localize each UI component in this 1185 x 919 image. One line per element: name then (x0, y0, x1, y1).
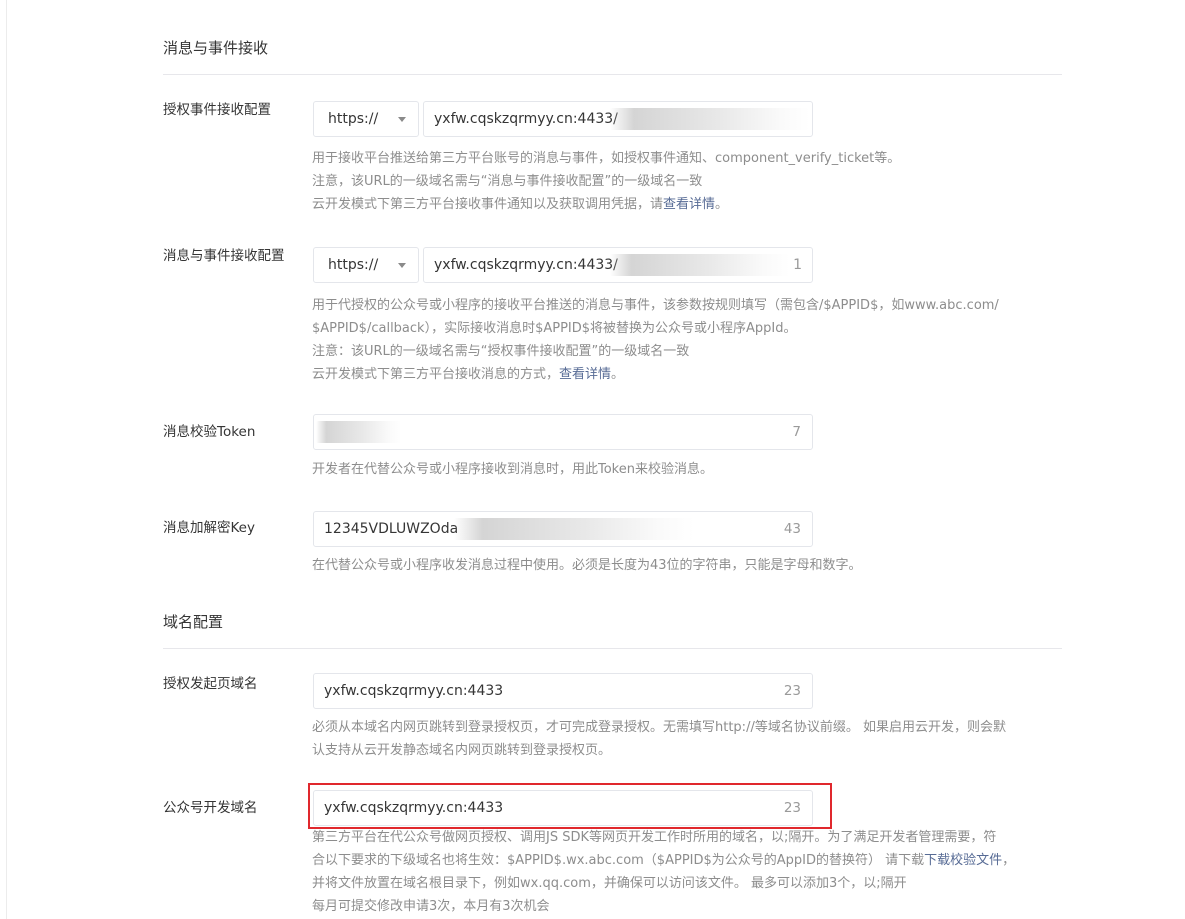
msg-event-detail-link[interactable]: 查看详情 (559, 367, 611, 382)
help-line: 开发者在代替公众号或小程序接收到消息时，用此Token来校验消息。 (312, 462, 713, 477)
redaction-blur (610, 254, 790, 276)
mp-domain-label: 公众号开发域名 (163, 800, 258, 816)
msg-event-url-value: yxfw.cqskzqrmyy.cn:4433/ (434, 257, 618, 273)
help-line: 必须从本域名内网页跳转到登录授权页，才可完成登录授权。无需填写http://等域… (312, 720, 1006, 735)
help-line: 用于代授权的公众号或小程序的接收平台推送的消息与事件，该参数按规则填写（需包含/… (312, 298, 999, 313)
auth-event-url-input[interactable]: yxfw.cqskzqrmyy.cn:4433/ (423, 101, 813, 137)
auth-event-label: 授权事件接收配置 (163, 102, 271, 118)
chevron-down-icon (398, 117, 406, 122)
auth-domain-input[interactable]: yxfw.cqskzqrmyy.cn:4433 23 (313, 673, 813, 709)
section-divider (163, 648, 1062, 649)
help-line: $APPID$/callback），实际接收消息时$APPID$将被替换为公众号… (312, 321, 797, 336)
help-line: 注意：该URL的一级域名需与“授权事件接收配置”的一级域名一致 (312, 344, 690, 359)
auth-event-help: 用于接收平台推送给第三方平台账号的消息与事件，如授权事件通知、component… (312, 147, 1062, 216)
help-line: 注意，该URL的一级域名需与“消息与事件接收配置”的一级域名一致 (312, 174, 703, 189)
auth-event-url-value: yxfw.cqskzqrmyy.cn:4433/ (434, 111, 618, 127)
page-left-border (6, 0, 7, 919)
auth-domain-char-count: 23 (783, 683, 801, 699)
aes-key-help: 在代替公众号或小程序收发消息过程中使用。必须是长度为43位的字符串，只能是字母和… (312, 554, 1062, 577)
msg-event-help: 用于代授权的公众号或小程序的接收平台推送的消息与事件，该参数按规则填写（需包含/… (312, 294, 1062, 386)
mp-domain-help: 第三方平台在代公众号做网页授权、调用JS SDK等网页开发工作时所用的域名，以;… (312, 826, 1062, 918)
redaction-blur (316, 421, 401, 443)
help-line: 合以下要求的下级域名也将生效：$APPID$.wx.abc.com（$APPID… (312, 853, 1016, 868)
auth-event-protocol-value: https:// (328, 111, 379, 127)
auth-domain-label: 授权发起页域名 (163, 676, 258, 692)
msg-event-url-input[interactable]: yxfw.cqskzqrmyy.cn:4433/ 1 (423, 247, 813, 283)
auth-domain-help: 必须从本域名内网页跳转到登录授权页，才可完成登录授权。无需填写http://等域… (312, 716, 1062, 762)
help-line: 在代替公众号或小程序收发消息过程中使用。必须是长度为43位的字符串，只能是字母和… (312, 558, 862, 573)
help-line: 并将文件放置在域名根目录下，例如wx.qq.com，并确保可以访问该文件。 最多… (312, 876, 907, 891)
msg-event-label: 消息与事件接收配置 (163, 248, 285, 264)
token-input[interactable]: 7 (313, 414, 813, 450)
highlight-box (308, 783, 832, 829)
help-line: 用于接收平台推送给第三方平台账号的消息与事件，如授权事件通知、component… (312, 151, 901, 166)
auth-event-detail-link[interactable]: 查看详情 (663, 197, 715, 212)
chevron-down-icon (398, 263, 406, 268)
auth-domain-value: yxfw.cqskzqrmyy.cn:4433 (324, 683, 504, 699)
aes-key-input[interactable]: 12345VDLUWZOda 43 (313, 511, 813, 547)
token-label: 消息校验Token (163, 424, 256, 440)
download-verify-file-link[interactable]: 下载校验文件 (924, 853, 1002, 868)
help-line: 云开发模式下第三方平台接收消息的方式，查看详情。 (312, 367, 625, 382)
aes-key-value: 12345VDLUWZOda (324, 521, 459, 537)
msg-event-url-tail: 1 (793, 257, 802, 273)
aes-key-label: 消息加解密Key (163, 520, 255, 536)
token-char-count: 7 (792, 424, 801, 440)
help-line: 云开发模式下第三方平台接收事件通知以及获取调用凭据，请查看详情。 (312, 197, 729, 212)
section-title-message: 消息与事件接收 (163, 39, 269, 57)
help-line: 每月可提交修改申请3次，本月有3次机会 (312, 899, 550, 914)
msg-event-protocol-select[interactable]: https:// (313, 247, 419, 283)
msg-event-protocol-value: https:// (328, 257, 379, 273)
section-divider (163, 74, 1062, 75)
redaction-blur (610, 108, 810, 130)
token-help: 开发者在代替公众号或小程序接收到消息时，用此Token来校验消息。 (312, 458, 1062, 481)
help-line: 认支持从云开发静态域名内网页跳转到登录授权页。 (312, 743, 612, 758)
redaction-blur (454, 518, 694, 540)
aes-key-char-count: 43 (783, 521, 801, 537)
help-line: 第三方平台在代公众号做网页授权、调用JS SDK等网页开发工作时所用的域名，以;… (312, 830, 997, 845)
auth-event-protocol-select[interactable]: https:// (313, 101, 419, 137)
section-title-domain: 域名配置 (163, 613, 224, 631)
